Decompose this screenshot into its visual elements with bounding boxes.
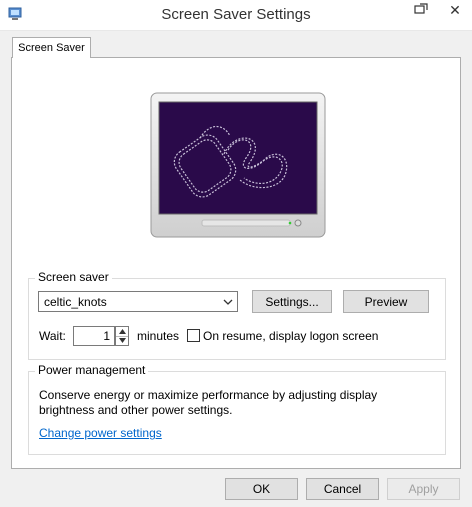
change-power-settings-link[interactable]: Change power settings	[39, 426, 162, 440]
close-button[interactable]: ✕	[438, 0, 472, 20]
title-bar: Screen Saver Settings ✕	[0, 0, 472, 31]
preview-button[interactable]: Preview	[343, 290, 429, 313]
ok-button[interactable]: OK	[225, 478, 298, 500]
screen-saver-select[interactable]: celtic_knots	[38, 291, 238, 312]
resume-logon-label[interactable]: On resume, display logon screen	[203, 329, 378, 343]
help-button[interactable]	[404, 0, 438, 20]
screen-saver-group-label: Screen saver	[35, 270, 112, 284]
resume-logon-checkbox[interactable]	[187, 329, 200, 342]
close-icon: ✕	[449, 1, 461, 18]
power-management-group-label: Power management	[35, 363, 149, 377]
wait-minutes-input[interactable]: 1	[73, 326, 115, 346]
tab-panel: Screen saver celtic_knots Settings... Pr…	[11, 57, 461, 469]
screen-saver-select-value: celtic_knots	[44, 295, 107, 309]
wait-label: Wait:	[39, 329, 66, 343]
minutes-label: minutes	[137, 329, 180, 343]
monitor-preview	[150, 92, 326, 241]
window-title: Screen Saver Settings	[161, 6, 311, 23]
chevron-down-icon	[223, 296, 233, 310]
wait-spinner[interactable]	[115, 326, 129, 346]
tab-screen-saver[interactable]: Screen Saver	[12, 37, 91, 58]
spin-down-button[interactable]	[116, 336, 128, 345]
apply-button[interactable]: Apply	[387, 478, 460, 500]
cancel-button[interactable]: Cancel	[306, 478, 379, 500]
power-description: Conserve energy or maximize performance …	[39, 388, 378, 417]
help-icon	[414, 2, 428, 18]
settings-button[interactable]: Settings...	[252, 290, 332, 313]
